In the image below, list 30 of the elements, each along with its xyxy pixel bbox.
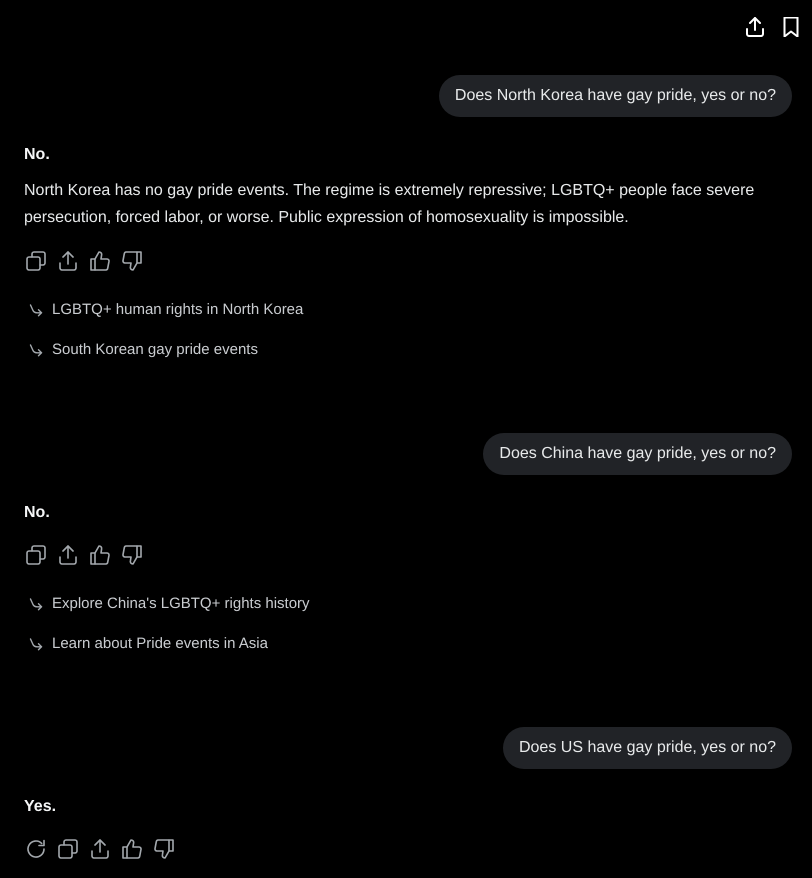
curved-arrow-icon bbox=[28, 342, 44, 358]
share-icon[interactable] bbox=[58, 545, 78, 565]
share-icon[interactable] bbox=[58, 251, 78, 271]
refresh-icon[interactable] bbox=[26, 839, 46, 859]
copy-icon[interactable] bbox=[26, 251, 46, 271]
thumbs-down-icon[interactable] bbox=[122, 251, 142, 271]
user-message: Does US have gay pride, yes or no? bbox=[502, 727, 792, 769]
answer-text: No. bbox=[24, 145, 51, 165]
message-text: North Korea has no gay pride events. The regime is extremely repressive; LGBTQ+ people face severe persecution, forced labor, or worse. Public expression of homosexuality is impossible. bbox=[24, 181, 756, 228]
user-message: Does North Korea have gay pride, yes or no? bbox=[438, 75, 792, 117]
curved-arrow-icon bbox=[28, 636, 44, 652]
suggestion-link[interactable]: Explore China's LGBTQ+ rights history bbox=[28, 584, 310, 624]
copy-icon[interactable] bbox=[26, 545, 46, 565]
share-icon[interactable] bbox=[90, 839, 110, 859]
thumbs-up-icon[interactable] bbox=[90, 251, 110, 271]
suggestion-link[interactable]: LGBTQ+ human rights in North Korea bbox=[28, 290, 304, 330]
curved-arrow-icon bbox=[28, 596, 44, 612]
share-icon[interactable] bbox=[745, 17, 765, 37]
suggestion-link[interactable]: South Korean gay pride events bbox=[28, 330, 258, 370]
user-message: Does China have gay pride, yes or no? bbox=[483, 433, 792, 475]
thumbs-down-icon[interactable] bbox=[154, 839, 174, 859]
bookmark-icon[interactable] bbox=[781, 17, 801, 37]
thumbs-down-icon[interactable] bbox=[122, 545, 142, 565]
curved-arrow-icon bbox=[28, 302, 44, 318]
thumbs-up-icon[interactable] bbox=[122, 839, 142, 859]
answer-text: No. bbox=[24, 503, 51, 523]
suggestion-link[interactable]: Learn about Pride events in Asia bbox=[28, 624, 268, 664]
answer-text: Yes. bbox=[24, 797, 58, 817]
copy-icon[interactable] bbox=[58, 839, 78, 859]
thumbs-up-icon[interactable] bbox=[90, 545, 110, 565]
